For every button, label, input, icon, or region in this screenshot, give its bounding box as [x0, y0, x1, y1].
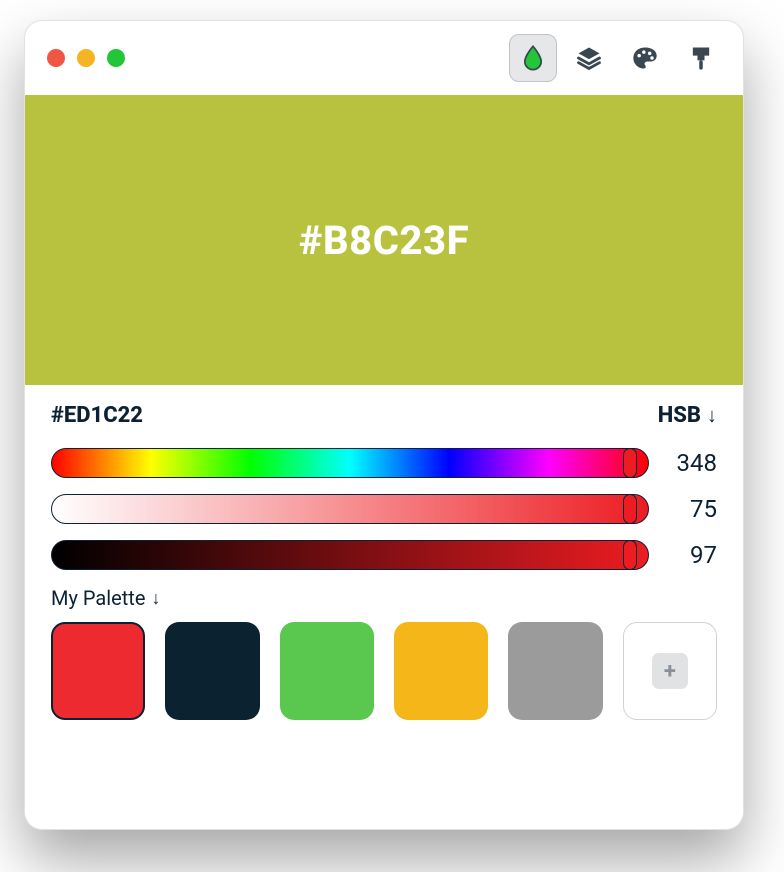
palette-row: +: [51, 622, 717, 720]
drop-icon: [519, 44, 547, 72]
plus-icon: +: [652, 653, 688, 689]
layers-tool-button[interactable]: [565, 34, 613, 82]
palette-icon: [631, 44, 659, 72]
brightness-slider[interactable]: [51, 540, 649, 570]
brightness-thumb[interactable]: [623, 540, 637, 570]
palette-name: My Palette: [51, 586, 145, 610]
close-window-button[interactable]: [47, 49, 65, 67]
drop-tool-button[interactable]: [509, 34, 557, 82]
palette-swatch[interactable]: [508, 622, 602, 720]
color-picker-window: #B8C23F #ED1C22 HSB ↓ 348 75 97: [24, 20, 744, 830]
color-mode-label: HSB: [658, 403, 701, 428]
palette-swatch[interactable]: [280, 622, 374, 720]
palette-swatch[interactable]: [165, 622, 259, 720]
palette-selector[interactable]: My Palette ↓: [51, 586, 717, 610]
preview-hex-label: #B8C23F: [299, 217, 469, 264]
hue-value: 348: [669, 449, 717, 477]
saturation-slider[interactable]: [51, 494, 649, 524]
hue-slider[interactable]: [51, 448, 649, 478]
minimize-window-button[interactable]: [77, 49, 95, 67]
toolbar: [509, 34, 725, 82]
saturation-value: 75: [669, 495, 717, 523]
palette-swatch[interactable]: [394, 622, 488, 720]
maximize-window-button[interactable]: [107, 49, 125, 67]
color-mode-selector[interactable]: HSB ↓: [658, 403, 717, 428]
layers-icon: [575, 44, 603, 72]
controls-panel: #ED1C22 HSB ↓ 348 75 97 My Palett: [25, 385, 743, 720]
brightness-value: 97: [669, 541, 717, 569]
add-swatch-button[interactable]: +: [623, 622, 717, 720]
color-preview: #B8C23F: [25, 95, 743, 385]
current-hex-label[interactable]: #ED1C22: [51, 403, 143, 428]
brush-icon: [687, 44, 715, 72]
palette-swatch[interactable]: [51, 622, 145, 720]
palette-tool-button[interactable]: [621, 34, 669, 82]
titlebar: [25, 21, 743, 95]
hue-thumb[interactable]: [623, 448, 637, 478]
chevron-down-icon: ↓: [707, 403, 717, 428]
saturation-thumb[interactable]: [623, 494, 637, 524]
chevron-down-icon: ↓: [151, 588, 160, 609]
traffic-lights: [47, 49, 125, 67]
brush-tool-button[interactable]: [677, 34, 725, 82]
